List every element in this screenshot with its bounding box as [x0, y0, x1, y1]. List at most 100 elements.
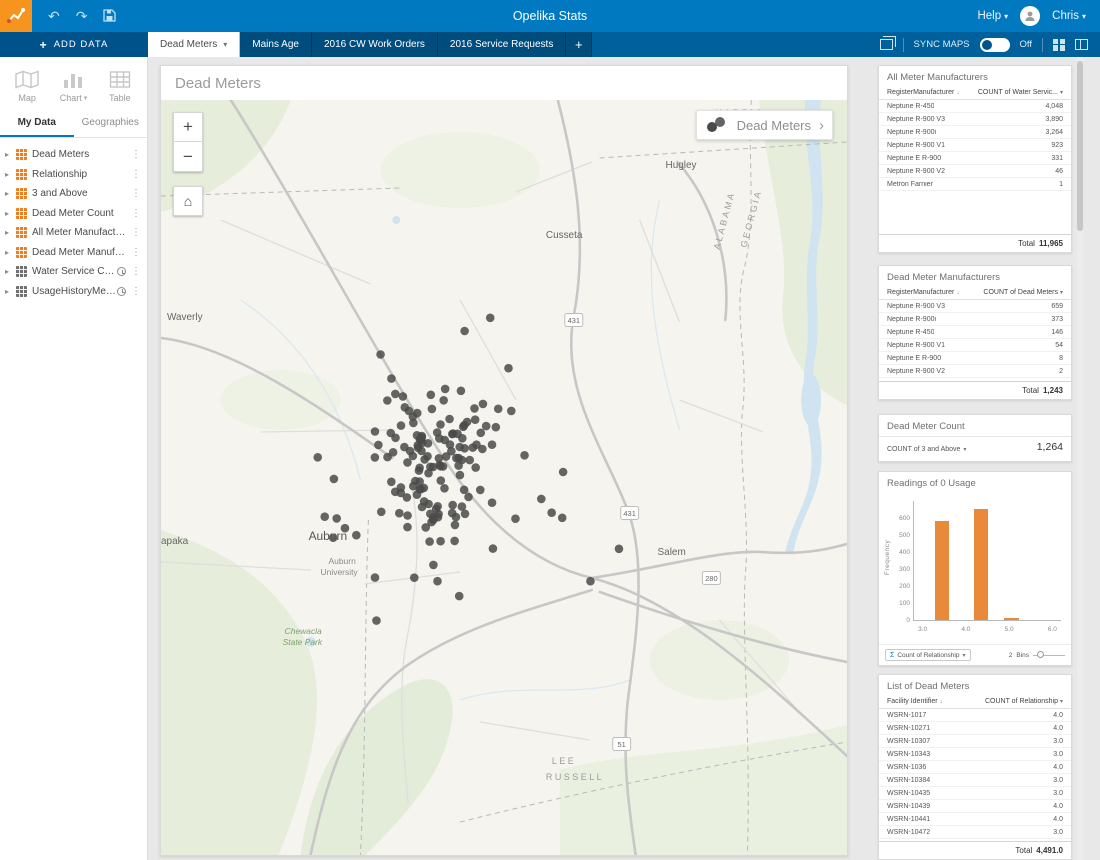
kpi-field-selector[interactable]: COUNT of 3 and Above▾	[887, 446, 966, 453]
kebab-menu-icon[interactable]: ⋮	[130, 247, 142, 258]
kebab-menu-icon[interactable]: ⋮	[130, 149, 142, 160]
basemap[interactable]: HARRISHugleyALABAMAGEORGIACussetaWaverly…	[161, 100, 847, 855]
dataset-item[interactable]: ▸ All Meter Manufacturers ⋮	[0, 223, 147, 243]
dataset-name[interactable]: All Meter Manufacturers	[32, 227, 130, 238]
page-tab[interactable]: 2016 CW Work Orders ▾	[312, 32, 438, 57]
add-data-button[interactable]: + ADD DATA	[0, 32, 148, 57]
kebab-menu-icon[interactable]: ⋮	[130, 188, 142, 199]
table-row[interactable]: Neptune R-900 V1 923	[879, 139, 1071, 152]
expand-caret-icon[interactable]: ▸	[5, 209, 16, 218]
redo-icon[interactable]: ↷	[76, 9, 88, 23]
dataset-item[interactable]: ▸ UsageHistoryMeterDe... ⋮	[0, 282, 147, 302]
sync-maps-toggle[interactable]	[980, 38, 1010, 52]
avatar[interactable]	[1020, 6, 1040, 26]
home-extent-button[interactable]: ⌂	[173, 186, 203, 216]
zoom-out-button[interactable]: −	[173, 142, 203, 172]
expand-caret-icon[interactable]: ▸	[5, 248, 16, 257]
expand-caret-icon[interactable]: ▸	[5, 267, 16, 276]
panel-scrollbar[interactable]	[1077, 57, 1083, 860]
expand-caret-icon[interactable]: ▸	[5, 150, 16, 159]
dataset-item[interactable]: ▸ Dead Meters ⋮	[0, 145, 147, 165]
kebab-menu-icon[interactable]: ⋮	[130, 227, 142, 238]
create-chart-button[interactable]: Chart▾	[50, 67, 96, 103]
add-page-tab[interactable]: +	[566, 32, 592, 57]
table-row[interactable]: WSRN-10472 3.0	[879, 826, 1071, 839]
kebab-menu-icon[interactable]: ⋮	[130, 208, 142, 219]
bins-value[interactable]: 2	[1009, 652, 1013, 659]
chevron-right-icon[interactable]: ›	[819, 118, 824, 133]
column-header-value[interactable]: COUNT of Relationship▾	[985, 698, 1063, 705]
expand-caret-icon[interactable]: ▸	[5, 170, 16, 179]
column-header-field[interactable]: RegisterManufacturer↓	[887, 289, 960, 296]
page-tab[interactable]: Mains Age ▾	[240, 32, 312, 57]
insights-logo[interactable]	[0, 0, 32, 32]
dataset-name[interactable]: Relationship	[32, 169, 130, 180]
table-row[interactable]: WSRN-10384 3.0	[879, 774, 1071, 787]
statistic-selector[interactable]: Σ Count of Relationship ▾	[885, 649, 971, 661]
card-stack-icon[interactable]	[880, 39, 893, 50]
table-row[interactable]: WSRN-10439 4.0	[879, 800, 1071, 813]
help-menu[interactable]: Help▾	[977, 10, 1008, 22]
expand-caret-icon[interactable]: ▸	[5, 228, 16, 237]
table-row[interactable]: WSRN-1017 4.0	[879, 709, 1071, 722]
table-row[interactable]: Neptune R-900 V3 3,890	[879, 113, 1071, 126]
dataset-name[interactable]: Dead Meter Count	[32, 208, 130, 219]
table-row[interactable]: Neptune R-900 V3 659	[879, 300, 1071, 313]
table-row[interactable]: Neptune R-900i 373	[879, 313, 1071, 326]
dataset-name[interactable]: 3 and Above	[32, 188, 130, 199]
tab-my-data[interactable]: My Data	[0, 109, 74, 137]
dataset-name[interactable]: Water Service Connec...	[32, 266, 117, 277]
bins-slider[interactable]	[1033, 655, 1065, 656]
table-row[interactable]: Neptune R-900i 3,264	[879, 126, 1071, 139]
table-row[interactable]: WSRN-10271 4.0	[879, 722, 1071, 735]
dataset-name[interactable]: UsageHistoryMeterDe...	[32, 286, 117, 297]
table-row[interactable]: Neptune R-900 V1 54	[879, 339, 1071, 352]
table-row[interactable]: WSRN-10307 3.0	[879, 735, 1071, 748]
save-icon[interactable]	[103, 9, 116, 24]
dataset-item[interactable]: ▸ Dead Meter Manufacturers ⋮	[0, 243, 147, 263]
dataset-item[interactable]: ▸ Dead Meter Count ⋮	[0, 204, 147, 224]
usage-chart-plot[interactable]: 3.04.05.06.00100200300400500600	[913, 501, 1061, 621]
workbook-title[interactable]: Opelika Stats	[513, 9, 587, 23]
zoom-in-button[interactable]: +	[173, 112, 203, 142]
table-row[interactable]: Neptune R-450 146	[879, 326, 1071, 339]
create-map-button[interactable]: Map	[4, 67, 50, 103]
table-row[interactable]: Neptune R-900 V2 2	[879, 365, 1071, 378]
column-header-field[interactable]: RegisterManufacturer↓	[887, 89, 960, 96]
dataset-name[interactable]: Dead Meter Manufacturers	[32, 247, 130, 258]
scrollbar-thumb[interactable]	[1077, 61, 1083, 231]
column-header-value[interactable]: COUNT of Dead Meters▾	[983, 289, 1063, 296]
column-header-value[interactable]: COUNT of Water Servic...▾	[978, 89, 1063, 96]
histogram-bar[interactable]	[974, 509, 989, 620]
table-row[interactable]: Neptune R-900 V2 46	[879, 165, 1071, 178]
page-tab[interactable]: Dead Meters ▾	[148, 32, 240, 57]
expand-caret-icon[interactable]: ▸	[5, 189, 16, 198]
slide-layout-icon[interactable]	[1075, 39, 1088, 50]
table-row[interactable]: Neptune E R-900 331	[879, 152, 1071, 165]
undo-icon[interactable]: ↶	[48, 9, 60, 23]
table-row[interactable]: Neptune R-450 4,048	[879, 100, 1071, 113]
column-header-field[interactable]: Facility Identifier↓	[887, 698, 943, 705]
table-row[interactable]: WSRN-10441 4.0	[879, 813, 1071, 826]
table-row[interactable]: Neptune E R-900 8	[879, 352, 1071, 365]
user-menu[interactable]: Chris▾	[1052, 10, 1086, 22]
create-table-button[interactable]: Table	[97, 67, 143, 103]
table-row[interactable]: WSRN-10435 3.0	[879, 787, 1071, 800]
histogram-bar[interactable]	[1004, 618, 1019, 620]
expand-caret-icon[interactable]: ▸	[5, 287, 16, 296]
table-row[interactable]: WSRN-1036 4.0	[879, 761, 1071, 774]
map-legend-card[interactable]: Dead Meters ›	[696, 110, 833, 140]
table-row[interactable]: WSRN-10343 3.0	[879, 748, 1071, 761]
dataset-item[interactable]: ▸ Water Service Connec... ⋮	[0, 262, 147, 282]
caret-down-icon[interactable]: ▾	[223, 40, 227, 49]
dataset-item[interactable]: ▸ Relationship ⋮	[0, 165, 147, 185]
grid-layout-icon[interactable]	[1053, 39, 1065, 51]
map-canvas[interactable]: HARRISHugleyALABAMAGEORGIACussetaWaverly…	[161, 100, 847, 855]
kebab-menu-icon[interactable]: ⋮	[130, 266, 142, 277]
page-tab[interactable]: 2016 Service Requests ▾	[438, 32, 566, 57]
kebab-menu-icon[interactable]: ⋮	[130, 169, 142, 180]
kebab-menu-icon[interactable]: ⋮	[130, 286, 142, 297]
table-row[interactable]: Metron Farnier 1	[879, 178, 1071, 191]
tab-geographies[interactable]: Geographies	[74, 109, 148, 137]
dataset-name[interactable]: Dead Meters	[32, 149, 130, 160]
